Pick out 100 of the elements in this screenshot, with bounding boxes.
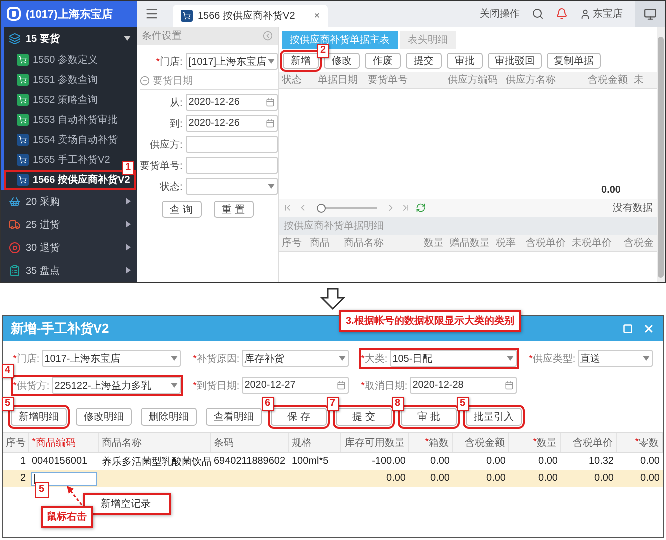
field-label: 从: bbox=[169, 96, 183, 110]
menu-item[interactable]: 新增空记录 bbox=[101, 497, 151, 511]
page-tab[interactable]: 1566 按供应商补货V2 × bbox=[173, 5, 328, 27]
toolbar-button[interactable]: 复制单据 bbox=[547, 53, 601, 69]
column-header: 含税单价 bbox=[561, 433, 617, 452]
panel-title: 条件设置 bbox=[142, 30, 182, 43]
menu-item[interactable]: 1553 自动补货审批 bbox=[4, 110, 124, 130]
step-number: 1 bbox=[122, 161, 134, 175]
date-field[interactable]: 2020-12-26 bbox=[186, 94, 278, 111]
menu-group[interactable]: 35 盘点 bbox=[4, 259, 137, 282]
select-field[interactable]: 库存补货 bbox=[242, 350, 349, 367]
field-label: 到: bbox=[169, 118, 183, 130]
column-header: 要货单号 bbox=[367, 74, 409, 87]
first-page-icon[interactable] bbox=[283, 203, 293, 213]
toolbar-button[interactable]: 审批 bbox=[447, 53, 483, 69]
menu-icon[interactable] bbox=[145, 7, 159, 21]
toolbar-button[interactable]: 修改明细 bbox=[76, 408, 132, 426]
close-tab-button[interactable]: × bbox=[314, 10, 320, 22]
field-label: *供应类型: bbox=[529, 352, 576, 366]
bell-icon[interactable] bbox=[556, 8, 568, 20]
menu-item[interactable]: 1551 参数查询 bbox=[4, 70, 104, 90]
monitor-icon[interactable] bbox=[644, 8, 656, 20]
toolbar-button[interactable]: 作废 bbox=[365, 53, 401, 69]
menu-group[interactable]: 30 退货 bbox=[4, 236, 137, 259]
last-page-icon[interactable] bbox=[401, 203, 411, 213]
date-field[interactable]: 2020-12-28 bbox=[410, 377, 517, 394]
toolbar-button[interactable]: 修改 bbox=[324, 53, 360, 69]
toolbar-button[interactable]: 审 批 bbox=[401, 408, 457, 426]
select-field[interactable]: 直送 bbox=[578, 350, 653, 367]
column-header: 未税单价 bbox=[571, 236, 613, 250]
table-cell-text: 10.32 bbox=[588, 456, 615, 467]
toolbar-button[interactable]: 删除明细 bbox=[141, 408, 197, 426]
field-label: 要货单号: bbox=[140, 160, 183, 172]
group-label: 要货日期 bbox=[153, 74, 193, 88]
toolbar-button[interactable]: 提 交 bbox=[336, 408, 392, 426]
table-cell-text: 0.00 bbox=[640, 456, 661, 467]
query-button[interactable]: 查 询 bbox=[162, 201, 202, 218]
select-field[interactable] bbox=[186, 178, 278, 195]
column-header: 未 bbox=[633, 74, 645, 87]
field-label: *供货方: bbox=[13, 380, 50, 392]
column-header: 库存可用数量 bbox=[341, 433, 409, 452]
dropdown-caret-icon bbox=[268, 184, 275, 189]
field-label: *取消日期: bbox=[361, 380, 408, 392]
cell-input[interactable] bbox=[31, 472, 97, 486]
toolbar-button[interactable]: 批量引入 bbox=[466, 408, 522, 426]
annotation-callout: 鼠标右击 bbox=[41, 506, 93, 528]
field-label: *门店: bbox=[155, 56, 183, 68]
step-number: 5 bbox=[2, 397, 14, 411]
date-field[interactable]: 2020-12-27 bbox=[242, 377, 349, 394]
select-field[interactable]: [1017]上海东宝店 bbox=[186, 53, 278, 70]
table-cell-text: 0.00 bbox=[486, 456, 507, 467]
step-number: 8 bbox=[392, 397, 404, 411]
user-icon[interactable] bbox=[580, 8, 591, 20]
table-cell-text: 6940211889602 bbox=[213, 456, 287, 467]
column-header: *数量 bbox=[509, 433, 561, 452]
text-field[interactable] bbox=[186, 157, 278, 174]
step-number: 2 bbox=[317, 44, 329, 58]
scrollbar[interactable] bbox=[657, 27, 665, 282]
date-field[interactable]: 2020-12-26 bbox=[186, 115, 278, 132]
menu-group[interactable]: 20 采购 bbox=[4, 190, 137, 213]
menu-group[interactable]: 25 进货 bbox=[4, 213, 137, 236]
collapse-icon[interactable] bbox=[140, 76, 150, 86]
refresh-icon[interactable] bbox=[416, 203, 426, 213]
dropdown-caret-icon bbox=[339, 356, 346, 361]
table-cell-text: 0.00 bbox=[594, 473, 615, 484]
select-field[interactable]: 1017-上海东宝店 bbox=[42, 350, 181, 367]
toolbar-button[interactable]: 新增明细 bbox=[11, 408, 67, 426]
table-cell-text: 0.00 bbox=[430, 473, 451, 484]
menu-item[interactable]: 1554 卖场自动补货 bbox=[4, 130, 124, 150]
toolbar-button[interactable]: 新增 bbox=[283, 53, 319, 69]
monitor-button[interactable] bbox=[635, 1, 665, 27]
column-header: 含税单价 bbox=[525, 236, 567, 250]
menu-group[interactable]: 15 要货 bbox=[4, 27, 137, 50]
total-amount: 0.00 bbox=[602, 185, 621, 198]
collapse-icon[interactable] bbox=[263, 31, 273, 41]
column-header: 含税金 bbox=[623, 236, 655, 250]
toolbar-button[interactable]: 提交 bbox=[406, 53, 442, 69]
user-name[interactable]: 东宝店 bbox=[593, 7, 623, 21]
field-label: 供应方: bbox=[149, 138, 183, 152]
close-icon[interactable] bbox=[643, 322, 655, 334]
toolbar-button[interactable]: 审批驳回 bbox=[488, 53, 542, 69]
text-field[interactable] bbox=[186, 136, 278, 153]
select-field[interactable]: 225122-上海益力多乳 bbox=[52, 377, 181, 394]
table-cell-text: 0.00 bbox=[386, 473, 407, 484]
column-header: 含税金额 bbox=[453, 433, 509, 452]
calendar-icon bbox=[505, 381, 514, 390]
toolbar-button[interactable]: 保 存 bbox=[271, 408, 327, 426]
toolbar-button[interactable]: 查看明细 bbox=[206, 408, 262, 426]
maximize-icon[interactable] bbox=[623, 324, 633, 334]
column-header: 条码 bbox=[211, 433, 289, 452]
search-icon[interactable] bbox=[532, 8, 544, 20]
close-operations-menu[interactable]: 关闭操作 bbox=[480, 7, 520, 21]
reset-button[interactable]: 重 置 bbox=[214, 201, 254, 218]
menu-item[interactable]: 1565 手工补货V2 bbox=[4, 150, 116, 170]
table-cell-text: 100ml*5 bbox=[291, 456, 330, 467]
expand-caret-icon bbox=[126, 198, 131, 205]
menu-item[interactable]: 1552 策略查询 bbox=[4, 90, 104, 110]
menu-item[interactable]: 1550 参数定义 bbox=[4, 50, 104, 70]
step-number: 6 bbox=[262, 397, 274, 411]
select-field[interactable]: 105-日配 bbox=[390, 350, 517, 367]
